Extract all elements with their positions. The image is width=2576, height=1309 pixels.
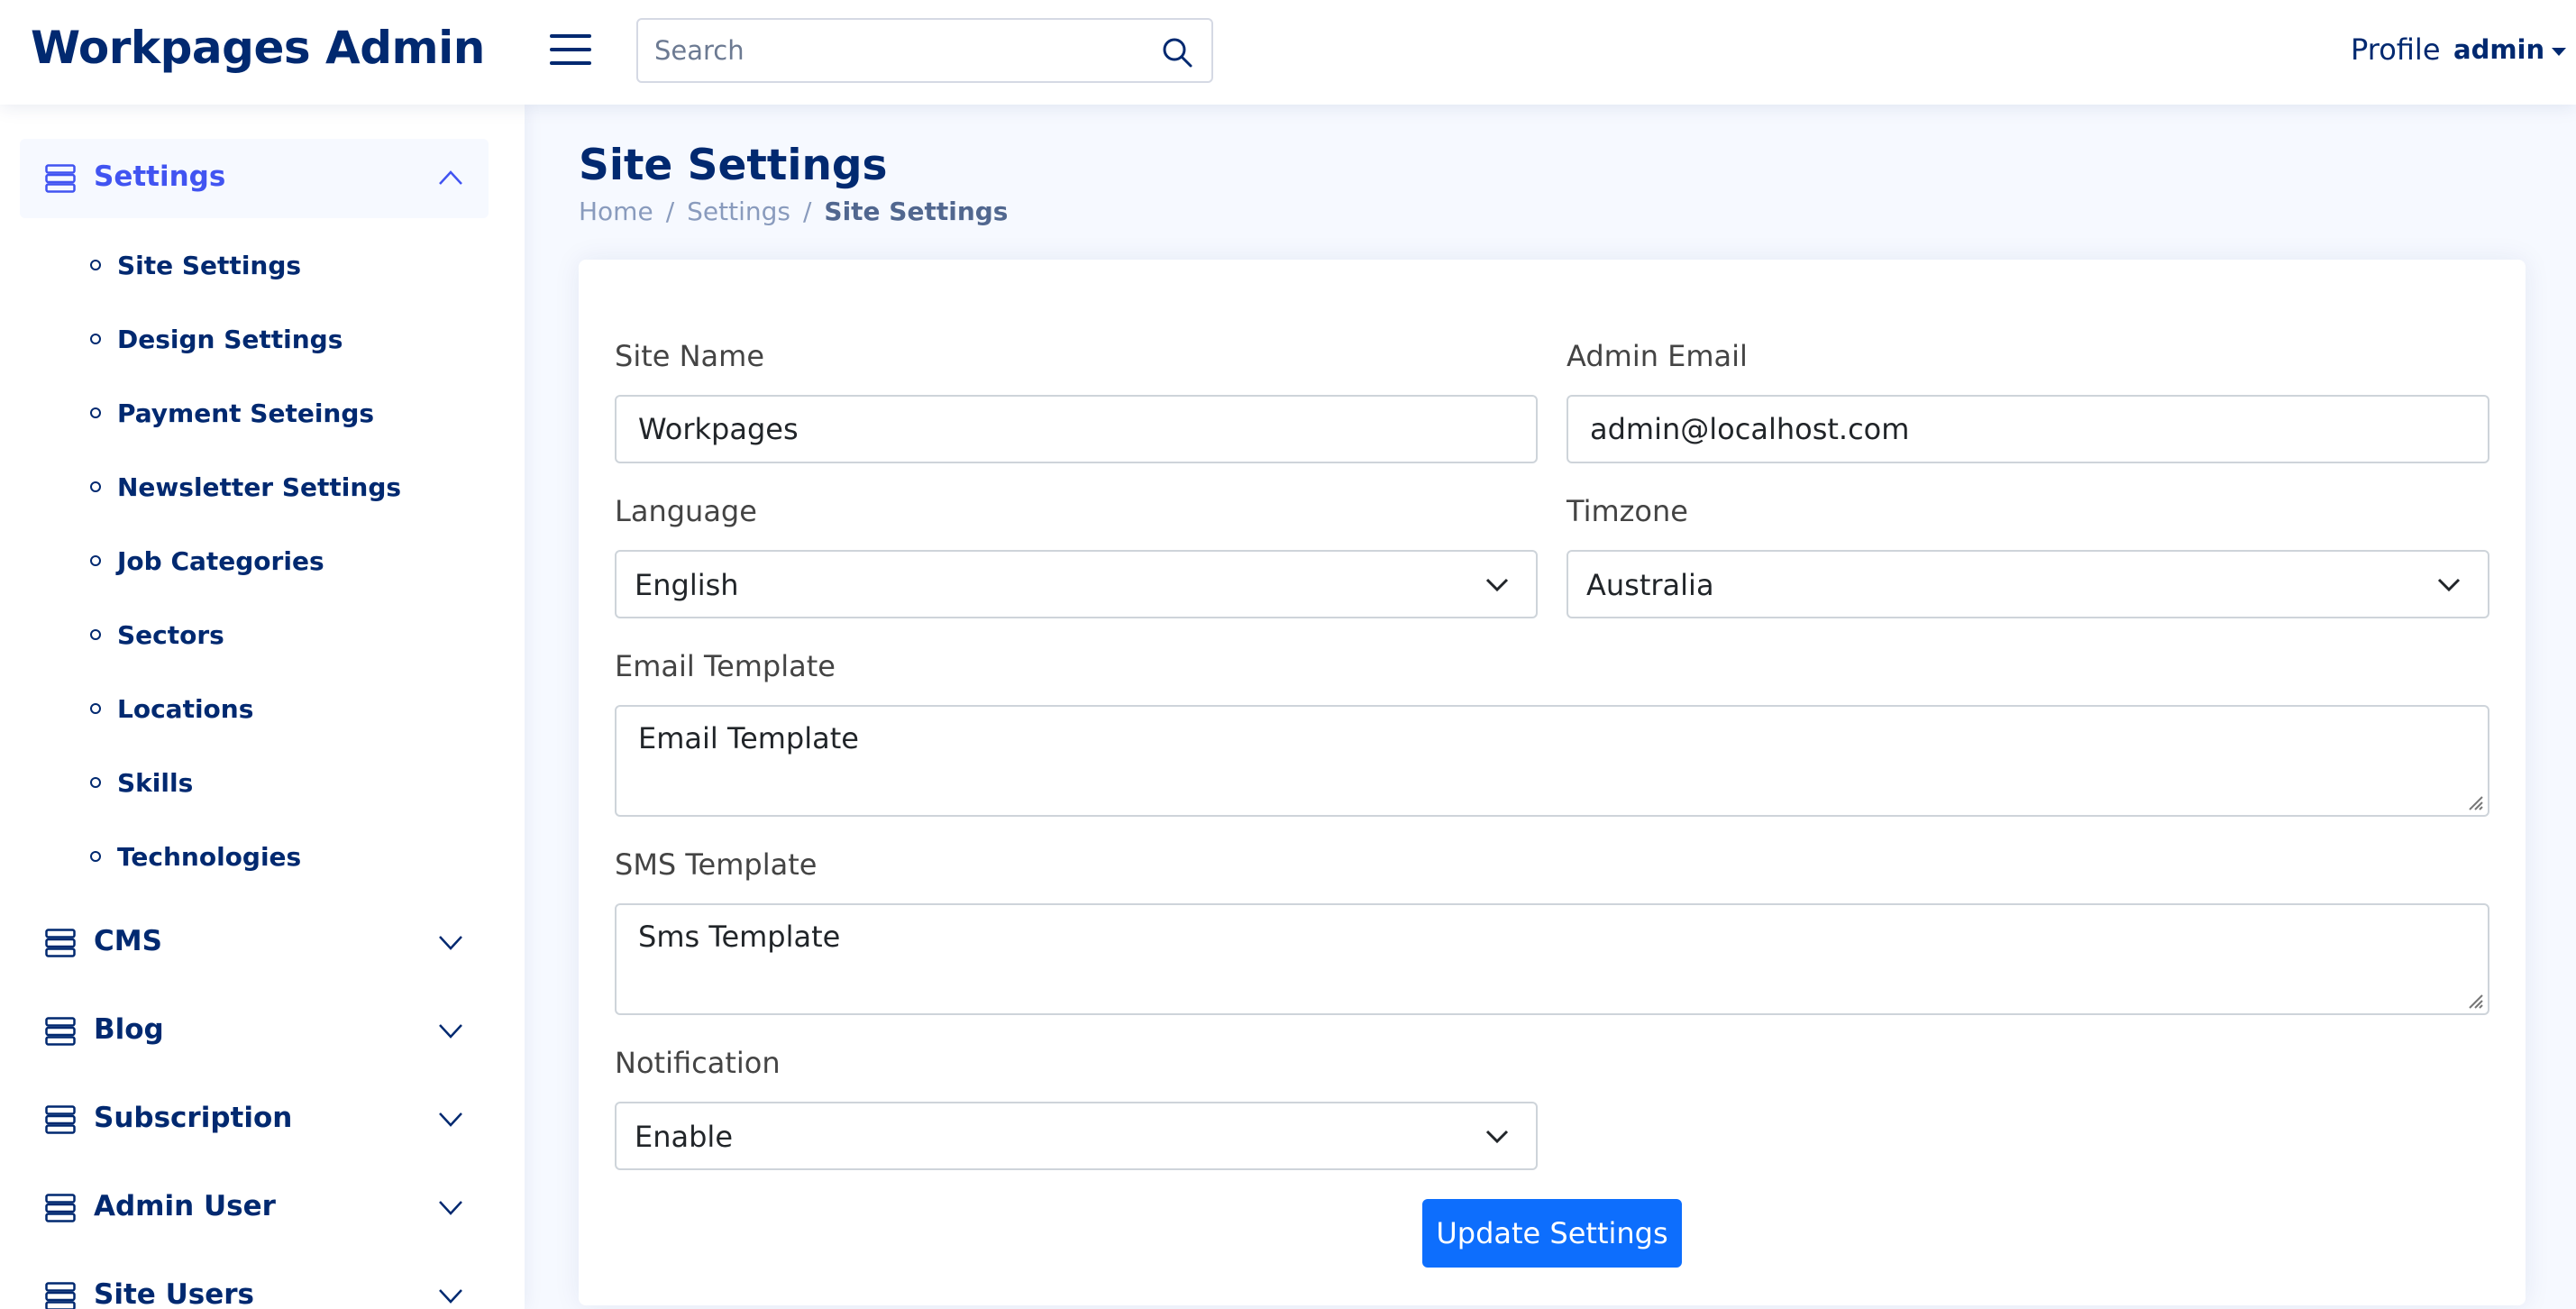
site-name-field — [615, 395, 1538, 463]
sidebar-item-label: Sectors — [117, 620, 224, 650]
chevron-down-icon — [439, 936, 462, 950]
chevron-down-icon — [1485, 1130, 1509, 1144]
sidebar-section-label: Admin User — [94, 1190, 276, 1222]
sidebar-item-label: Locations — [117, 694, 254, 724]
search-bar — [636, 18, 1213, 83]
sidebar-section-cms[interactable]: CMS — [20, 903, 489, 983]
notification-label: Notification — [615, 1046, 781, 1080]
email-template-label: Email Template — [615, 649, 836, 683]
admin-email-label: Admin Email — [1567, 339, 1748, 373]
breadcrumb-separator: / — [665, 197, 675, 226]
sms-template-label: SMS Template — [615, 847, 818, 882]
circle-icon — [90, 555, 101, 566]
breadcrumb-current: Site Settings — [824, 197, 1009, 226]
circle-icon — [90, 703, 101, 714]
sms-template-textarea[interactable]: Sms Template — [617, 905, 2488, 1013]
sidebar-item-label: Job Categories — [117, 546, 324, 576]
sidebar-section-label: CMS — [94, 925, 162, 957]
server-icon — [45, 164, 76, 193]
circle-icon — [90, 260, 101, 270]
search-input[interactable] — [638, 20, 1143, 81]
circle-icon — [90, 629, 101, 640]
language-select[interactable]: English — [615, 550, 1538, 618]
chevron-down-icon — [439, 1024, 462, 1039]
profile-label: Profile — [2351, 32, 2441, 67]
sidebar-section-label: Blog — [94, 1013, 164, 1046]
chevron-down-icon — [439, 1201, 462, 1215]
sidebar-item-label: Design Settings — [117, 325, 343, 354]
app-logo[interactable]: Workpages Admin — [31, 22, 485, 74]
email-template-field: Email Template — [615, 705, 2489, 817]
caret-down-icon — [2552, 47, 2567, 56]
chevron-down-icon — [439, 1112, 462, 1127]
top-header: Workpages Admin Profile admin — [0, 0, 2576, 105]
circle-icon — [90, 481, 101, 492]
sidebar-section-blog[interactable]: Blog — [20, 992, 489, 1071]
sidebar-item-label: Skills — [117, 768, 194, 798]
sidebar-section-settings[interactable]: Settings — [20, 139, 489, 218]
sidebar-section-admin-user[interactable]: Admin User — [20, 1168, 489, 1248]
site-name-input[interactable] — [617, 397, 1536, 462]
breadcrumb: Home / Settings / Site Settings — [579, 197, 1008, 226]
timezone-select[interactable]: Australia — [1567, 550, 2489, 618]
admin-email-field — [1567, 395, 2489, 463]
update-settings-button[interactable]: Update Settings — [1422, 1199, 1682, 1268]
breadcrumb-settings-link[interactable]: Settings — [687, 197, 790, 226]
server-icon — [45, 929, 76, 957]
resize-grip-icon[interactable] — [2464, 792, 2484, 811]
resize-grip-icon[interactable] — [2464, 990, 2484, 1010]
sidebar-section-site-users[interactable]: Site Users — [20, 1257, 489, 1309]
sidebar-item-label: Payment Seteings — [117, 398, 375, 428]
search-icon[interactable] — [1159, 34, 1195, 70]
server-icon — [45, 1105, 76, 1134]
server-icon — [45, 1194, 76, 1222]
sidebar-item-label: Site Settings — [117, 251, 302, 280]
profile-username: admin — [2453, 34, 2545, 65]
server-icon — [45, 1282, 76, 1309]
site-name-label: Site Name — [615, 339, 765, 373]
timezone-label: Timzone — [1567, 494, 1688, 528]
chevron-up-icon — [439, 170, 462, 185]
chevron-down-icon — [2437, 578, 2461, 592]
chevron-down-icon — [439, 1289, 462, 1304]
sidebar-section-label: Settings — [94, 160, 226, 193]
circle-icon — [90, 334, 101, 344]
breadcrumb-home-link[interactable]: Home — [579, 197, 653, 226]
profile-dropdown[interactable]: admin — [2453, 34, 2567, 65]
circle-icon — [90, 407, 101, 418]
sidebar-section-subscription[interactable]: Subscription — [20, 1080, 489, 1159]
admin-email-input[interactable] — [1568, 397, 2488, 462]
sms-template-field: Sms Template — [615, 903, 2489, 1015]
breadcrumb-separator: / — [802, 197, 812, 226]
circle-icon — [90, 777, 101, 788]
sidebar-section-label: Subscription — [94, 1102, 293, 1134]
sidebar-section-label: Site Users — [94, 1278, 254, 1309]
email-template-textarea[interactable]: Email Template — [617, 707, 2488, 815]
language-selected-value: English — [635, 568, 739, 602]
sidebar-item-label: Newsletter Settings — [117, 472, 402, 502]
notification-selected-value: Enable — [635, 1120, 733, 1154]
chevron-down-icon — [1485, 578, 1509, 592]
sidebar: Settings Site Settings Design Settings P… — [0, 105, 525, 1309]
menu-toggle-icon[interactable] — [550, 31, 591, 69]
notification-select[interactable]: Enable — [615, 1102, 1538, 1170]
circle-icon — [90, 851, 101, 862]
page-title: Site Settings — [579, 141, 888, 190]
sidebar-item-label: Technologies — [117, 842, 302, 872]
timezone-selected-value: Australia — [1586, 568, 1714, 602]
language-label: Language — [615, 494, 757, 528]
server-icon — [45, 1017, 76, 1046]
